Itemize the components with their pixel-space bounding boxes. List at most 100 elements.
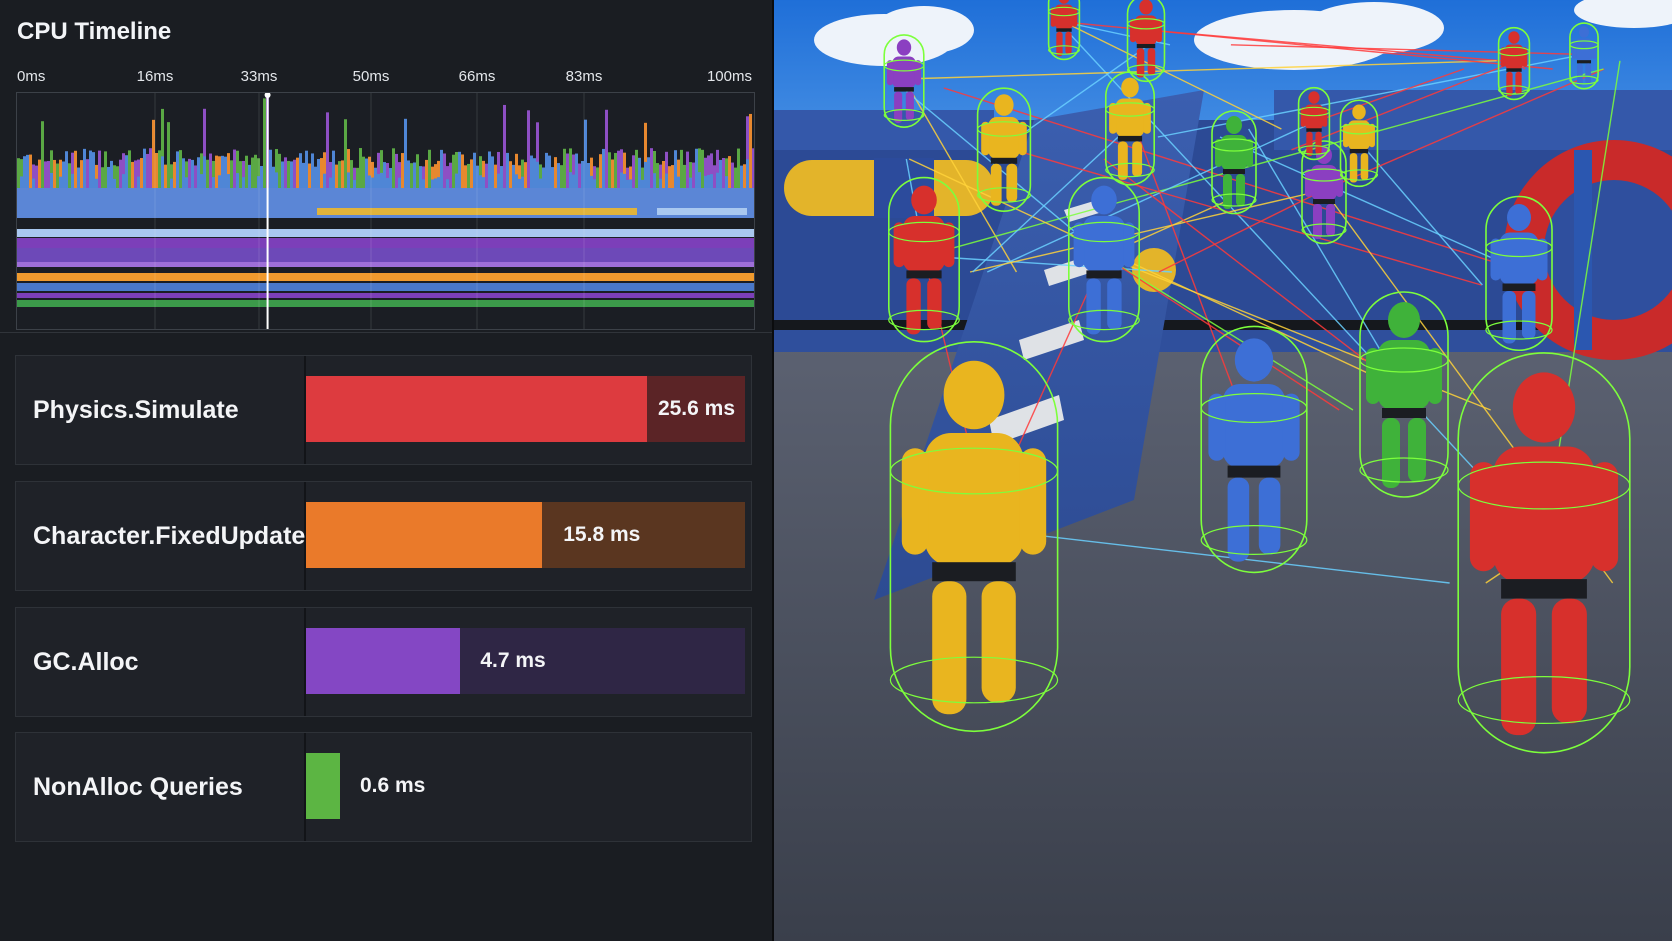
timeline-spike	[548, 155, 551, 188]
timeline-spike	[650, 148, 653, 188]
character-leg	[1408, 418, 1426, 482]
timeline-spike	[473, 152, 476, 188]
timeline-canvas[interactable]	[17, 93, 754, 329]
timeline-spike	[632, 155, 635, 188]
timeline-spike	[647, 157, 650, 188]
ruler-tick: 16ms	[136, 68, 174, 85]
ruler-tick: 83ms	[565, 68, 603, 85]
timeline-spike	[209, 153, 212, 188]
timeline-spike	[263, 98, 266, 188]
timeline-spike	[191, 159, 194, 188]
ruler-tick: 66ms	[458, 68, 496, 85]
timeline-spike	[590, 175, 593, 188]
character-arm	[1537, 238, 1548, 281]
panel-title: CPU Timeline	[17, 18, 172, 45]
timeline-spike	[680, 149, 683, 188]
timeline-spike	[542, 179, 545, 188]
timeline-spike	[353, 179, 356, 188]
timeline-spike	[365, 158, 368, 188]
character-leg	[1147, 48, 1156, 76]
timeline-spike	[389, 179, 392, 188]
ruler-tick: 50ms	[352, 68, 390, 85]
time-bar-track: 25.6 ms	[306, 376, 745, 442]
cpu-timeline-graph[interactable]	[16, 92, 755, 330]
timeline-spike	[113, 178, 116, 188]
timeline-spike	[710, 174, 713, 188]
character-head	[1121, 77, 1139, 98]
character-arm	[1571, 40, 1577, 59]
function-row-character-fixedupdate[interactable]: Character.FixedUpdate 15.8 ms	[15, 481, 752, 591]
character-leg	[1326, 204, 1335, 236]
time-bar-fill	[306, 628, 460, 694]
character-arm	[1428, 348, 1442, 404]
timeline-spike	[746, 159, 749, 188]
timeline-spike	[167, 122, 170, 188]
timeline-spike	[743, 164, 746, 188]
character-torso	[1222, 384, 1286, 468]
timeline-spike	[491, 175, 494, 188]
timeline-spike	[455, 173, 458, 188]
timeline-spike	[356, 167, 359, 188]
timeline-spike	[86, 159, 89, 188]
character-belt	[894, 87, 914, 92]
timeline-spike	[20, 176, 23, 188]
timeline-spike	[305, 150, 308, 188]
function-row-nonalloc-queries[interactable]: NonAlloc Queries 0.6 ms	[15, 732, 752, 842]
timeline-spike	[407, 160, 410, 188]
timeline-spike	[281, 161, 284, 188]
timeline-lane	[17, 283, 754, 291]
function-row-gc-alloc[interactable]: GC.Alloc 4.7 ms	[15, 607, 752, 717]
timeline-spike	[221, 155, 224, 188]
timeline-spike	[497, 173, 500, 188]
timeline-spike	[425, 159, 428, 188]
game-scene[interactable]	[774, 0, 1672, 941]
timeline-spike	[467, 163, 470, 188]
character-leg	[1117, 141, 1128, 180]
timeline-lane	[17, 300, 754, 307]
character-leg	[1132, 141, 1143, 177]
character-leg	[1086, 278, 1101, 335]
character-torso	[1348, 120, 1370, 150]
timeline-spike	[182, 158, 185, 188]
timeline-spike	[518, 178, 521, 188]
timeline-spike	[410, 163, 413, 188]
time-bar-track: 0.6 ms	[306, 753, 745, 819]
character-arm	[886, 60, 894, 86]
timeline-spike	[662, 160, 665, 188]
character-belt	[1223, 169, 1245, 174]
timeline-spike	[428, 149, 431, 188]
timeline-spike	[335, 164, 338, 188]
timeline-spike	[38, 159, 41, 188]
timeline-spike	[437, 177, 440, 188]
character-belt	[1136, 43, 1156, 49]
character-leg	[981, 581, 1016, 703]
character-leg	[1502, 291, 1516, 344]
timeline-spike	[215, 155, 218, 188]
timeline-lane	[657, 208, 747, 215]
timeline-spike	[119, 159, 122, 188]
timeline-spike	[80, 160, 83, 188]
timeline-spike	[35, 165, 38, 188]
timeline-cursor-handle	[264, 93, 271, 98]
timeline-spike	[635, 149, 638, 188]
timeline-spike	[245, 155, 248, 188]
character-belt	[1306, 128, 1322, 132]
character-arm	[1215, 139, 1222, 167]
character-arm	[1500, 47, 1506, 67]
timeline-spike	[401, 153, 404, 188]
timeline-spike	[485, 163, 488, 188]
timeline-spike	[596, 167, 599, 188]
character-belt	[1349, 148, 1369, 154]
function-row-physics-simulate[interactable]: Physics.Simulate 25.6 ms	[15, 355, 752, 465]
timeline-spike	[32, 178, 35, 188]
timeline-spike	[416, 154, 419, 188]
game-viewport[interactable]	[774, 0, 1672, 941]
timeline-spike	[137, 176, 140, 188]
timeline-spike	[431, 179, 434, 188]
time-ruler: 0ms 16ms 33ms 50ms 66ms 83ms 100ms	[17, 68, 752, 88]
timeline-spike	[212, 177, 215, 188]
timeline-spike	[683, 164, 686, 188]
timeline-spike	[341, 160, 344, 188]
timeline-spike	[659, 178, 662, 188]
timeline-spike	[170, 178, 173, 188]
